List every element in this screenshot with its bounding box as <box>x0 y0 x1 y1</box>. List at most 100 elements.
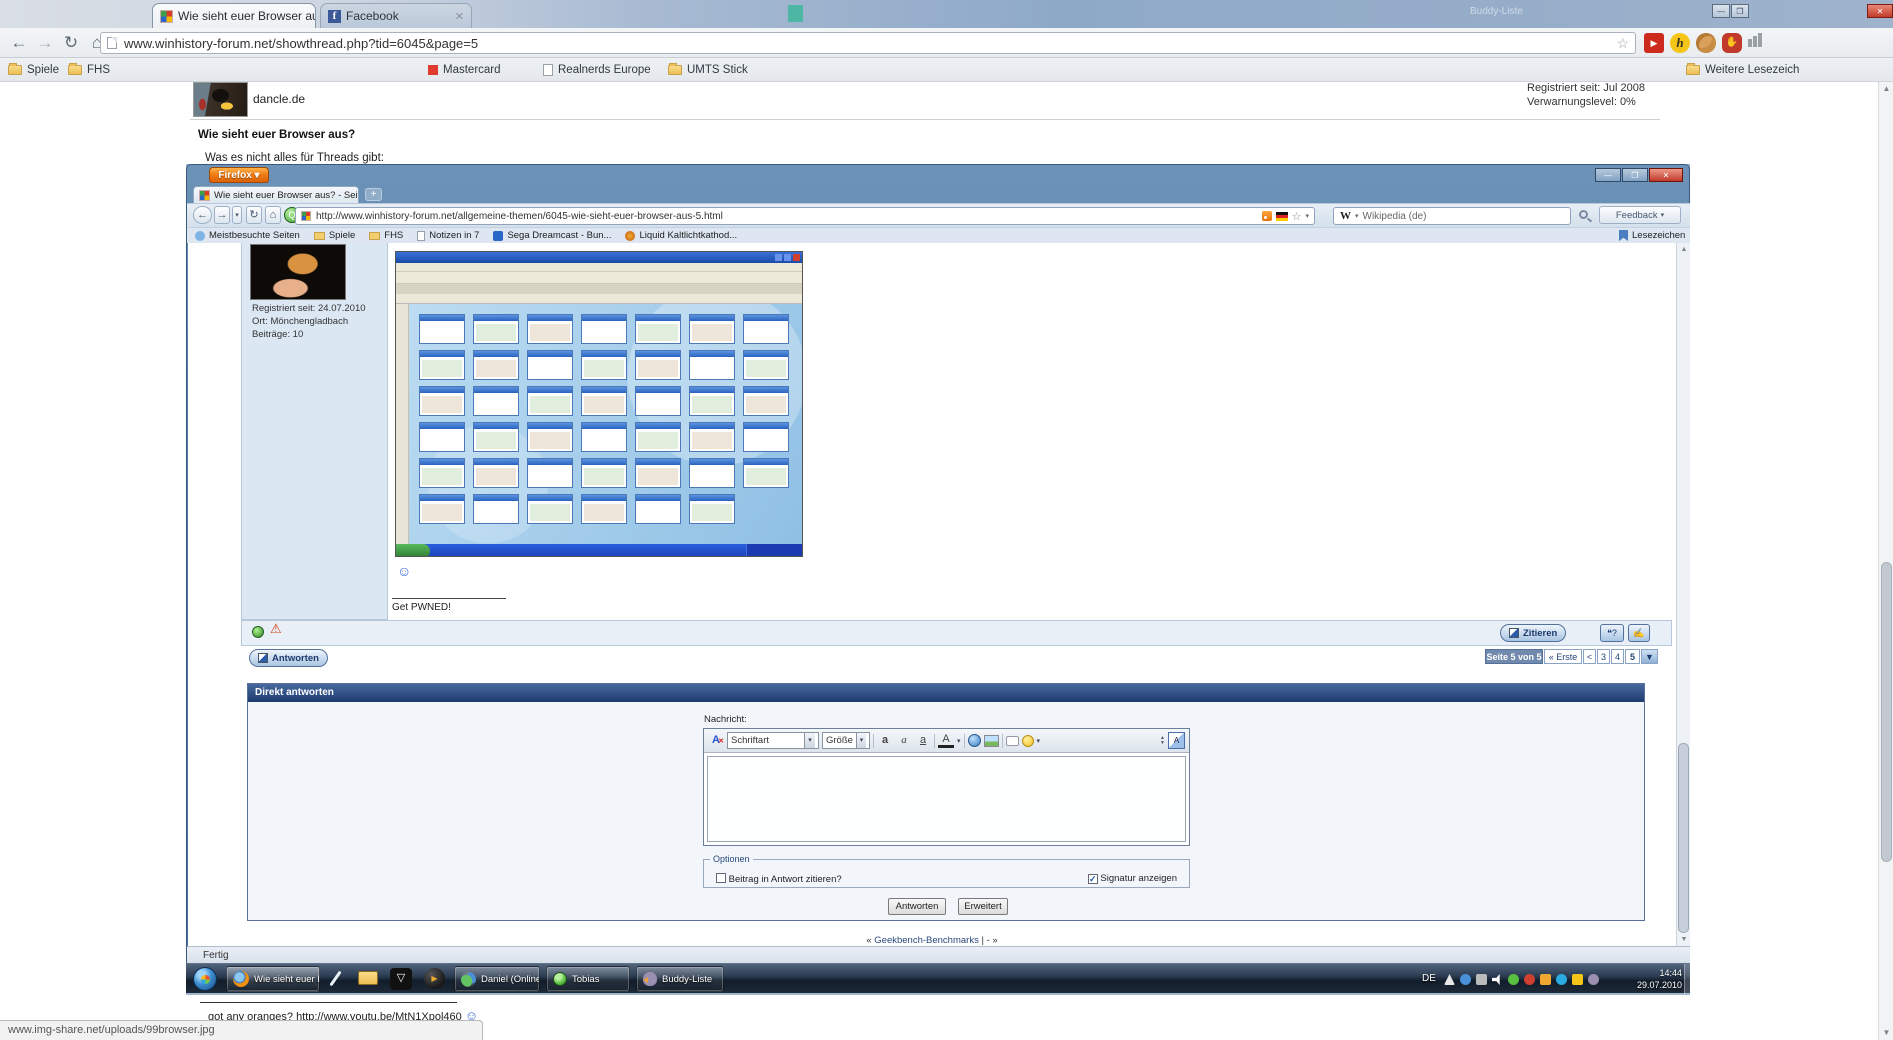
mini-window-grid <box>409 304 803 544</box>
h-extension-icon[interactable]: h <box>1670 33 1690 53</box>
option-quote-label: Beitrag in Antwort zitieren? <box>729 874 842 885</box>
ff-reload-icon: ↻ <box>246 206 262 224</box>
ff-tab-title: Wie sieht euer Browser aus? - Seite 5 - … <box>214 190 359 201</box>
mini-window-thumbnail <box>635 422 681 452</box>
ff-bookmark-item: FHS <box>369 230 403 241</box>
poster-avatar[interactable] <box>193 82 248 117</box>
adblock-hand-extension-icon[interactable]: ✋ <box>1722 33 1742 53</box>
bookmarks-bar: Spiele FHS Mastercard Realnerds Europe U… <box>0 58 1893 82</box>
taskbar-button-label: Buddy-Liste <box>662 974 712 985</box>
post-divider <box>190 119 1660 120</box>
forward-button[interactable]: → <box>34 32 56 54</box>
mini-window-thumbnail <box>581 458 627 488</box>
bookmark-star-icon[interactable]: ☆ <box>1616 35 1629 52</box>
reload-button[interactable]: ↻ <box>60 32 82 54</box>
quote-button: Zitieren <box>1500 624 1566 642</box>
bookmark-label: UMTS Stick <box>687 64 748 76</box>
page-signature-divider <box>200 1002 457 1003</box>
scroll-up-icon[interactable]: ▲ <box>1880 82 1893 96</box>
mini-window-thumbnail <box>689 386 735 416</box>
message-textarea <box>707 756 1186 842</box>
youtube-extension-icon[interactable]: ▶ <box>1644 33 1664 53</box>
bookmark-label: Realnerds Europe <box>558 64 651 76</box>
folder-icon <box>668 65 682 75</box>
mini-window-thumbnail <box>419 494 465 524</box>
ff-back-icon: ← <box>193 206 212 224</box>
tray-icon <box>1572 974 1583 985</box>
ff-bookmark-item: Meistbesuchte Seiten <box>195 230 300 241</box>
ff-bookmark-item: Liquid Kaltlichtkathod... <box>625 230 737 241</box>
option-signature-label: Signatur anzeigen <box>1100 873 1177 884</box>
taskbar-tobias-button: Tobias <box>546 966 630 992</box>
options-fieldset: Optionen Beitrag in Antwort zitieren? ✓ … <box>703 854 1190 888</box>
bookmark-mastercard[interactable]: Mastercard <box>428 61 501 79</box>
scroll-down-icon[interactable]: ▼ <box>1880 1026 1893 1040</box>
rank-bars-extension-icon <box>1758 33 1762 47</box>
new-reply-label: Antworten <box>272 653 319 664</box>
chrome-scrollbar[interactable]: ▲ ▼ <box>1878 82 1893 1040</box>
ff-search-box: W ▾ Wikipedia (de) <box>1333 207 1571 225</box>
window-close-button[interactable]: ✕ <box>1867 4 1893 18</box>
page-icon <box>417 231 425 241</box>
inner-start-button <box>396 544 430 557</box>
ff-history-dropdown-icon: ▾ <box>232 206 242 224</box>
background-window-title: Buddy-Liste <box>1470 6 1523 17</box>
background-window-fragment <box>788 5 803 22</box>
mini-window-thumbnail <box>689 422 735 452</box>
post-signature: Get PWNED! <box>392 602 451 613</box>
ff-scroll-down-icon: ▼ <box>1678 933 1690 946</box>
bookmark-spiele[interactable]: Spiele <box>8 61 59 79</box>
tab-winhistory[interactable]: Wie sieht euer Browser aus ✕ <box>152 3 316 28</box>
tray-volume-icon <box>1492 974 1503 985</box>
back-button[interactable]: ← <box>8 32 30 54</box>
cookie-extension-icon[interactable] <box>1696 33 1716 53</box>
tray-icon <box>1540 974 1551 985</box>
rank-bars-extension-icon <box>1753 36 1757 47</box>
quote-bubble-icon <box>1006 736 1019 746</box>
post-intro: Was es nicht alles für Threads gibt: <box>205 152 384 164</box>
winhistory-favicon <box>199 190 210 201</box>
poster-name[interactable]: dancle.de <box>253 92 305 106</box>
bookmark-umts[interactable]: UMTS Stick <box>668 61 748 79</box>
chrome-scrollbar-thumb[interactable] <box>1881 562 1892 862</box>
screen: Buddy-Liste Wie sieht euer Browser aus ✕… <box>0 0 1893 1040</box>
user-location: Ort: Mönchengladbach <box>252 316 348 327</box>
tray-icon <box>1444 974 1455 985</box>
post-screenshot-image[interactable]: Firefox ▾ — ❐ ✕ Wie sieht euer Browser a… <box>186 164 1690 995</box>
mini-window-thumbnail <box>527 386 573 416</box>
mini-window-thumbnail <box>635 494 681 524</box>
tab-title: Facebook <box>346 9 399 23</box>
tab-close-icon[interactable]: ✕ <box>455 10 464 23</box>
folder-icon <box>314 232 325 240</box>
ff-bookmark-item: Spiele <box>314 230 355 241</box>
window-minimize-button[interactable]: — <box>1712 4 1730 18</box>
bookmark-realnerds[interactable]: Realnerds Europe <box>543 61 651 79</box>
mini-window-thumbnail <box>419 422 465 452</box>
signature-checkbox-checked: ✓ <box>1088 874 1098 884</box>
mini-window-thumbnail <box>689 458 735 488</box>
pencil-icon <box>258 653 268 663</box>
dropdown-arrow-icon: ▾ <box>1355 212 1359 220</box>
bookmarks-overflow[interactable]: Weitere Lesezeich <box>1686 61 1799 79</box>
post-footer-strip <box>241 620 1672 646</box>
tray-icon <box>1588 974 1599 985</box>
mini-window-thumbnail <box>527 422 573 452</box>
footer-thread-link: Geekbench-Benchmarks <box>874 935 979 946</box>
mini-window-thumbnail <box>689 314 735 344</box>
mini-window-thumbnail <box>419 386 465 416</box>
status-bubble: www.img-share.net/uploads/99browser.jpg <box>0 1020 483 1040</box>
dreamcast-icon <box>493 231 503 241</box>
chrome-tab-strip: Buddy-Liste Wie sieht euer Browser aus ✕… <box>0 0 1893 28</box>
rank-bars-extension-icon[interactable] <box>1748 39 1752 47</box>
omnibox[interactable]: www.winhistory-forum.net/showthread.php?… <box>100 32 1636 54</box>
mini-window-thumbnail <box>527 494 573 524</box>
multiquote-button: ❝? <box>1600 624 1624 642</box>
ff-bookmark-item: Sega Dreamcast - Bun... <box>493 230 611 241</box>
ff-bookmark-star-icon: ☆ <box>1292 210 1302 223</box>
ff-nav-toolbar: ← → ▾ ↻ ⌂ Q http://www.winhistory-forum.… <box>187 203 1690 227</box>
tab-facebook[interactable]: f Facebook ✕ <box>320 3 472 28</box>
window-restore-button[interactable]: ❐ <box>1731 4 1749 18</box>
bookmark-fhs[interactable]: FHS <box>68 61 110 79</box>
folder-icon <box>369 232 380 240</box>
media-player-icon: ▶ <box>424 968 445 989</box>
